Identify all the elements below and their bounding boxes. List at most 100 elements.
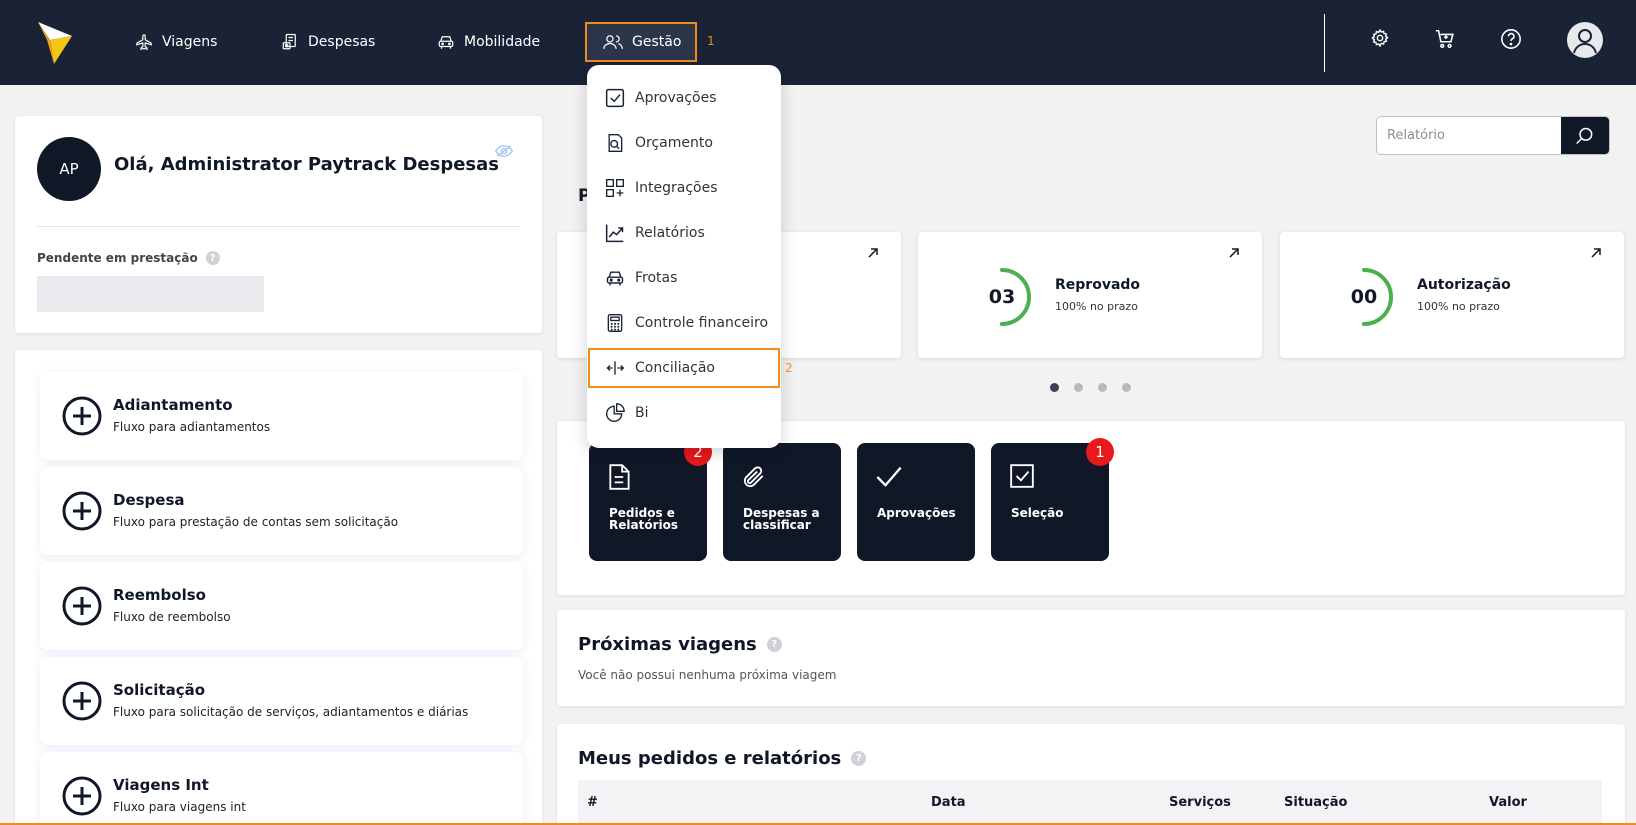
menu-item-relatorios[interactable]: Relatórios: [589, 213, 779, 253]
arrow-up-right-icon[interactable]: [1590, 247, 1602, 259]
stat-card-autorizacao[interactable]: 00 Autorização 100% no prazo: [1280, 232, 1624, 358]
nav-label: Gestão: [632, 34, 682, 50]
menu-label: Orçamento: [635, 135, 713, 151]
shortcut-despesas-classificar[interactable]: Despesas a classificar: [723, 443, 841, 561]
column-header[interactable]: Serviços: [1169, 795, 1231, 810]
menu-item-bi[interactable]: Bi: [589, 393, 779, 433]
nav-label: Mobilidade: [464, 34, 541, 50]
pending-placeholder-bar: [37, 276, 264, 312]
flow-desc: Fluxo de reembolso: [113, 610, 231, 624]
flow-desc: Fluxo para adiantamentos: [113, 420, 271, 434]
search-input[interactable]: [1377, 117, 1563, 154]
plus-circle-icon: [62, 396, 102, 436]
arrows-split-icon: [606, 361, 625, 375]
checkmark-icon: [876, 466, 902, 487]
nav-divider: [1324, 14, 1325, 72]
column-header[interactable]: #: [587, 795, 598, 810]
help-icon[interactable]: ?: [851, 751, 867, 766]
user-initials-avatar: AP: [37, 137, 101, 201]
menu-item-integracoes[interactable]: Integrações: [589, 168, 779, 208]
stat-subtitle: 100% no prazo: [1055, 300, 1138, 313]
shortcut-label: Seleção: [1011, 506, 1064, 520]
eye-hidden-icon[interactable]: [495, 144, 513, 158]
paytrack-logo[interactable]: [38, 20, 72, 64]
car-icon: [606, 271, 624, 286]
carousel-dot[interactable]: [1122, 383, 1131, 392]
divider: [37, 226, 519, 227]
menu-label: Bi: [635, 405, 649, 421]
receipt-icon: [282, 33, 296, 50]
menu-label: Conciliação: [635, 360, 716, 376]
nav-label: Viagens: [162, 34, 218, 50]
empty-state-text: Você não possui nenhuma próxima viagem: [578, 668, 837, 682]
section-title: Próximas viagens ?: [578, 634, 782, 655]
step-marker-1: 1: [707, 34, 715, 48]
column-header[interactable]: Valor: [1489, 795, 1527, 810]
menu-item-orcamento[interactable]: Orçamento: [589, 123, 779, 163]
nav-viagens[interactable]: Viagens: [135, 25, 217, 59]
flow-title: Solicitação: [113, 681, 206, 699]
orders-table-header: # Data Serviços Situação Valor: [578, 780, 1602, 825]
plus-circle-icon: [62, 491, 102, 531]
stat-title: Reprovado: [1055, 277, 1141, 293]
stat-card-reprovado[interactable]: 03 Reprovado 100% no prazo: [918, 232, 1262, 358]
flow-despesa[interactable]: Despesa Fluxo para prestação de contas s…: [40, 467, 523, 555]
stat-value: 00: [1350, 286, 1378, 308]
menu-label: Relatórios: [635, 225, 705, 241]
flow-reembolso[interactable]: Reembolso Fluxo de reembolso: [40, 562, 523, 650]
car-icon: [438, 36, 454, 49]
section-title: Meus pedidos e relatórios ?: [578, 748, 867, 769]
column-header[interactable]: Situação: [1284, 795, 1347, 810]
my-orders-card: Meus pedidos e relatórios ? # Data Servi…: [557, 724, 1625, 825]
flow-title: Despesa: [113, 491, 185, 509]
report-search: [1376, 116, 1610, 155]
stat-subtitle: 100% no prazo: [1417, 300, 1500, 313]
arrow-up-right-icon[interactable]: [867, 247, 879, 259]
nav-mobilidade[interactable]: Mobilidade: [437, 25, 540, 59]
stat-title: Autorização: [1417, 277, 1511, 293]
gestao-dropdown-menu: Aprovações Orçamento Integrações Relatór…: [587, 65, 781, 448]
shortcut-aprovacoes[interactable]: Aprovações: [857, 443, 975, 561]
notification-badge: 1: [1086, 438, 1114, 466]
nav-label: Despesas: [308, 34, 376, 50]
menu-item-controle-financeiro[interactable]: Controle financeiro: [589, 303, 779, 343]
nav-gestao[interactable]: Gestão: [585, 22, 698, 62]
check-square-icon: [1010, 464, 1034, 488]
search-button[interactable]: [1561, 117, 1609, 154]
menu-item-aprovacoes[interactable]: Aprovações: [589, 78, 779, 118]
search-icon: [1576, 127, 1593, 144]
carousel-dot[interactable]: [1074, 383, 1083, 392]
menu-label: Controle financeiro: [635, 315, 769, 331]
menu-label: Aprovações: [635, 90, 717, 106]
trend-chart-icon: [605, 224, 624, 243]
pie-chart-icon: [606, 403, 625, 422]
carousel-dot[interactable]: [1050, 383, 1059, 392]
flow-viagens-int[interactable]: Viagens Int Fluxo para viagens int: [40, 752, 523, 825]
flow-adiantamento[interactable]: Adiantamento Fluxo para adiantamentos: [40, 372, 523, 460]
gear-icon[interactable]: [1370, 28, 1390, 48]
pending-label: Pendente em prestação ?: [37, 251, 220, 265]
menu-item-frotas[interactable]: Frotas: [589, 258, 779, 298]
user-avatar-icon[interactable]: [1567, 22, 1603, 58]
shortcut-label: Pedidos e Relatórios: [609, 506, 678, 532]
carousel-dot[interactable]: [1098, 383, 1107, 392]
help-icon[interactable]: [1500, 28, 1522, 50]
stat-value: 03: [988, 286, 1016, 308]
help-icon[interactable]: ?: [766, 637, 782, 652]
paperclip-icon: [743, 466, 764, 488]
budget-icon: [608, 134, 623, 152]
flow-solicitacao[interactable]: Solicitação Fluxo para solicitação de se…: [40, 657, 523, 745]
cart-icon[interactable]: [1434, 28, 1456, 50]
shortcut-label: Despesas a classificar: [743, 506, 820, 532]
nav-despesas[interactable]: Despesas: [281, 25, 375, 59]
column-header[interactable]: Data: [931, 795, 966, 810]
calculator-icon: [607, 314, 623, 332]
menu-label: Frotas: [635, 270, 678, 286]
check-square-icon: [605, 88, 625, 108]
flow-desc: Fluxo para viagens int: [113, 800, 246, 814]
flow-title: Reembolso: [113, 586, 206, 604]
plus-circle-icon: [62, 586, 102, 626]
help-icon[interactable]: ?: [205, 251, 220, 265]
menu-item-conciliacao[interactable]: Conciliação: [588, 348, 780, 388]
arrow-up-right-icon[interactable]: [1228, 247, 1240, 259]
